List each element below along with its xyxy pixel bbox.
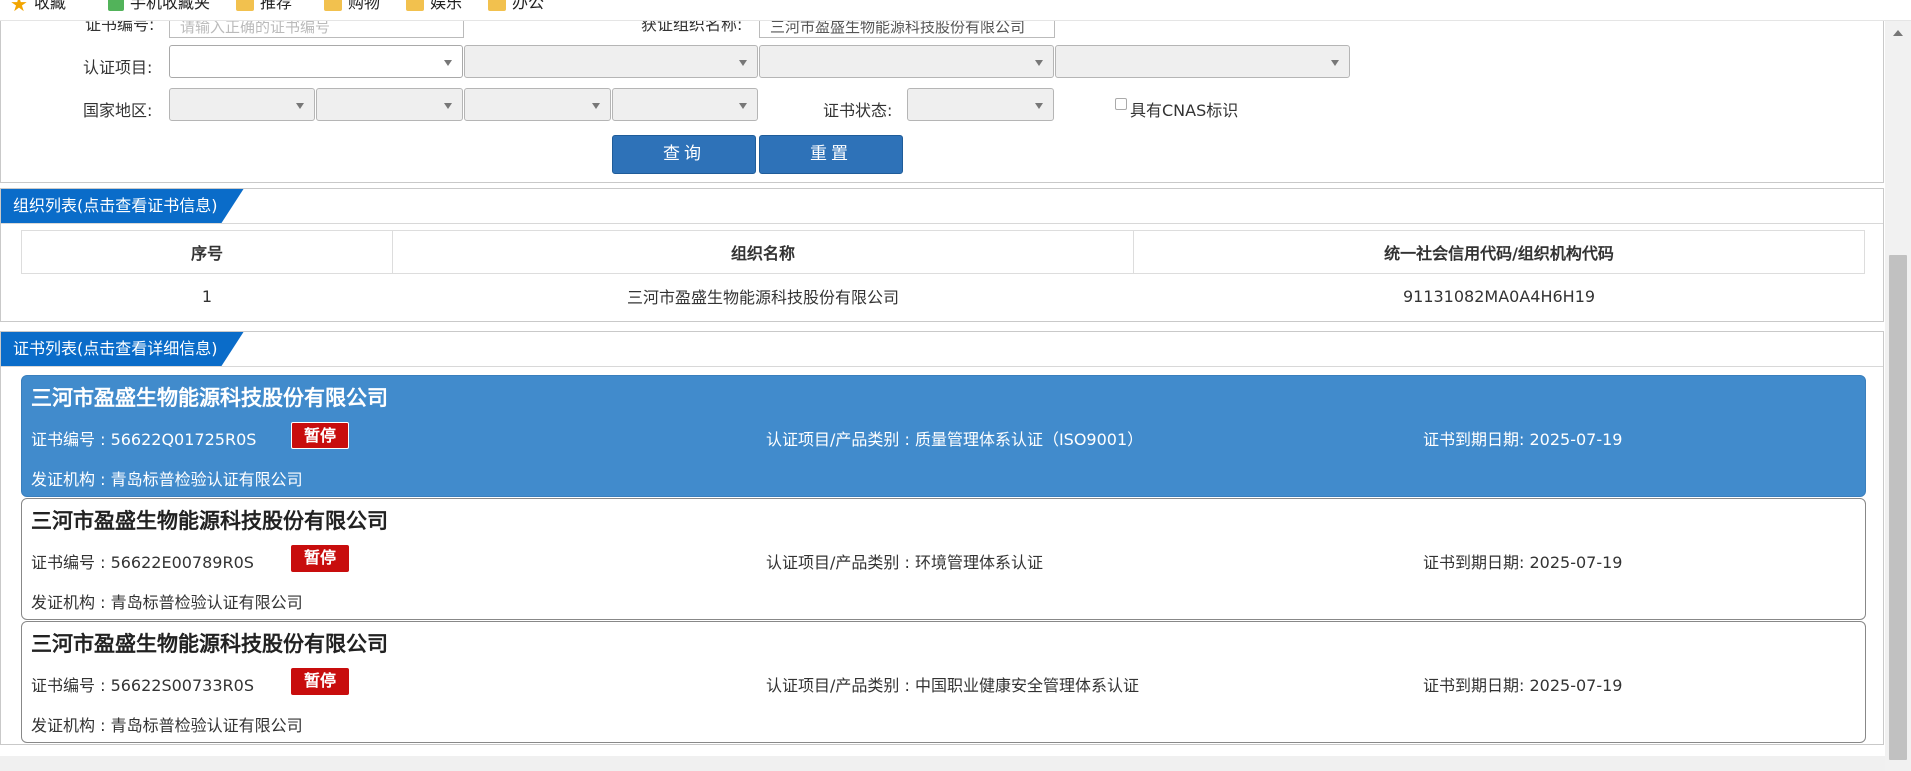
chevron-down-icon <box>739 60 747 66</box>
row-org-name[interactable]: 三河市盈盛生物能源科技股份有限公司 <box>393 274 1134 319</box>
cert-card[interactable]: 三河市盈盛生物能源科技股份有限公司 证书编号 : 56622E00789R0S … <box>21 498 1866 620</box>
cnas-label: 具有CNAS标识 <box>1130 101 1239 120</box>
region-select-3[interactable] <box>464 88 611 121</box>
cert-project-label: 认证项目: <box>83 58 153 77</box>
region-select-2[interactable] <box>316 88 463 121</box>
table-row[interactable]: 1 三河市盈盛生物能源科技股份有限公司 91131082MA0A4H6H19 <box>22 274 1865 319</box>
folder-icon <box>488 0 506 11</box>
cert-issuer: 发证机构 : 青岛标普检验认证有限公司 <box>31 716 303 735</box>
region-label: 国家地区: <box>83 101 153 120</box>
cert-number: 证书编号 : 56622Q01725R0S <box>31 430 257 449</box>
org-list-title: 组织列表(点击查看证书信息) <box>1 189 244 223</box>
status-badge: 暂停 <box>291 668 349 695</box>
folder-icon <box>324 0 342 11</box>
cert-org-name: 三河市盈盛生物能源科技股份有限公司 <box>31 632 388 656</box>
chevron-down-icon <box>1035 60 1043 66</box>
org-list-header: 组织列表(点击查看证书信息) <box>1 189 1883 224</box>
column-header-index: 序号 <box>21 230 393 274</box>
cert-issuer: 发证机构 : 青岛标普检验认证有限公司 <box>31 593 303 612</box>
bookmark-recommend[interactable]: 推荐 <box>236 0 293 12</box>
cnas-checkbox[interactable] <box>1115 98 1127 110</box>
cert-project: 认证项目/产品类别 : 环境管理体系认证 <box>766 553 1043 572</box>
page-frame: 证书编号: 请输入正确的证书编号 获证组织名称: 三河市盈盛生物能源科技股份有限… <box>0 0 1885 771</box>
cert-project-select-1[interactable] <box>169 45 463 78</box>
cert-card[interactable]: 三河市盈盛生物能源科技股份有限公司 证书编号 : 56622S00733R0S … <box>21 621 1866 743</box>
cert-project-select-4[interactable] <box>1055 45 1350 78</box>
folder-icon <box>236 0 254 11</box>
cert-org-name: 三河市盈盛生物能源科技股份有限公司 <box>31 509 388 533</box>
scrollbar-thumb[interactable] <box>1889 255 1907 760</box>
star-icon: ★ <box>10 0 28 16</box>
cert-number: 证书编号 : 56622E00789R0S <box>31 553 254 572</box>
region-select-4[interactable] <box>612 88 758 121</box>
cert-org-name: 三河市盈盛生物能源科技股份有限公司 <box>31 386 388 410</box>
search-panel: 证书编号: 请输入正确的证书编号 获证组织名称: 三河市盈盛生物能源科技股份有限… <box>0 0 1884 183</box>
chevron-down-icon <box>739 103 747 109</box>
org-list-section: 组织列表(点击查看证书信息) 序号 组织名称 统一社会信用代码/组织机构代码 1… <box>0 188 1884 322</box>
scroll-up-arrow-icon[interactable] <box>1893 30 1903 36</box>
bookmark-label: 推荐 <box>260 0 293 12</box>
table-header-row: 序号 组织名称 统一社会信用代码/组织机构代码 <box>21 230 1865 274</box>
vertical-scrollbar[interactable] <box>1885 0 1911 771</box>
row-index: 1 <box>201 286 213 306</box>
chevron-down-icon <box>1035 103 1043 109</box>
chevron-down-icon <box>1331 60 1339 66</box>
mobile-bookmark-icon <box>108 0 124 11</box>
bookmark-bar: ★ 收藏 手机收藏夹 推荐 购物 娱乐 办公 <box>0 0 1911 21</box>
status-badge: 暂停 <box>291 422 349 449</box>
bookmark-label: 购物 <box>348 0 381 12</box>
cert-card[interactable]: 三河市盈盛生物能源科技股份有限公司 证书编号 : 56622Q01725R0S … <box>21 375 1866 497</box>
cert-list-title: 证书列表(点击查看详细信息) <box>1 332 244 366</box>
cert-number: 证书编号 : 56622S00733R0S <box>31 676 254 695</box>
cert-expiry: 证书到期日期: 2025-07-19 <box>1423 430 1623 449</box>
cert-issuer: 发证机构 : 青岛标普检验认证有限公司 <box>31 470 303 489</box>
bookmark-label: 办公 <box>512 0 545 12</box>
chevron-down-icon <box>444 103 452 109</box>
column-header-credit-code: 统一社会信用代码/组织机构代码 <box>1133 230 1865 274</box>
bookmark-label: 收藏 <box>33 0 66 12</box>
bookmark-label: 娱乐 <box>430 0 463 12</box>
bookmark-label: 手机收藏夹 <box>130 0 211 12</box>
region-select-1[interactable] <box>169 88 315 121</box>
bookmark-shopping[interactable]: 购物 <box>324 0 381 12</box>
cert-expiry: 证书到期日期: 2025-07-19 <box>1423 553 1623 572</box>
query-button[interactable]: 查询 <box>612 135 756 174</box>
chevron-down-icon <box>592 103 600 109</box>
chevron-down-icon <box>296 103 304 109</box>
cert-project-select-2[interactable] <box>464 45 758 78</box>
status-badge: 暂停 <box>291 545 349 572</box>
cert-status-select[interactable] <box>907 88 1054 121</box>
bookmark-favorites[interactable]: ★ 收藏 <box>10 0 66 16</box>
reset-button[interactable]: 重置 <box>759 135 903 174</box>
bookmark-entertainment[interactable]: 娱乐 <box>406 0 463 12</box>
cert-project: 认证项目/产品类别 : 中国职业健康安全管理体系认证 <box>766 676 1139 695</box>
cert-status-label: 证书状态: <box>823 101 893 120</box>
bookmark-mobile[interactable]: 手机收藏夹 <box>108 0 211 12</box>
cert-project-select-3[interactable] <box>759 45 1054 78</box>
folder-icon <box>406 0 424 11</box>
chevron-down-icon <box>444 60 452 66</box>
row-credit-code: 91131082MA0A4H6H19 <box>1402 286 1596 306</box>
cert-list-header: 证书列表(点击查看详细信息) <box>1 332 1883 367</box>
bookmark-office[interactable]: 办公 <box>488 0 545 12</box>
cert-expiry: 证书到期日期: 2025-07-19 <box>1423 676 1623 695</box>
cert-list-section: 证书列表(点击查看详细信息) 三河市盈盛生物能源科技股份有限公司 证书编号 : … <box>0 331 1884 745</box>
column-header-org-name: 组织名称 <box>392 230 1134 274</box>
page-bottom-strip <box>0 756 1885 771</box>
cert-project: 认证项目/产品类别 : 质量管理体系认证（ISO9001） <box>766 430 1144 449</box>
org-table: 序号 组织名称 统一社会信用代码/组织机构代码 1 三河市盈盛生物能源科技股份有… <box>21 230 1865 318</box>
